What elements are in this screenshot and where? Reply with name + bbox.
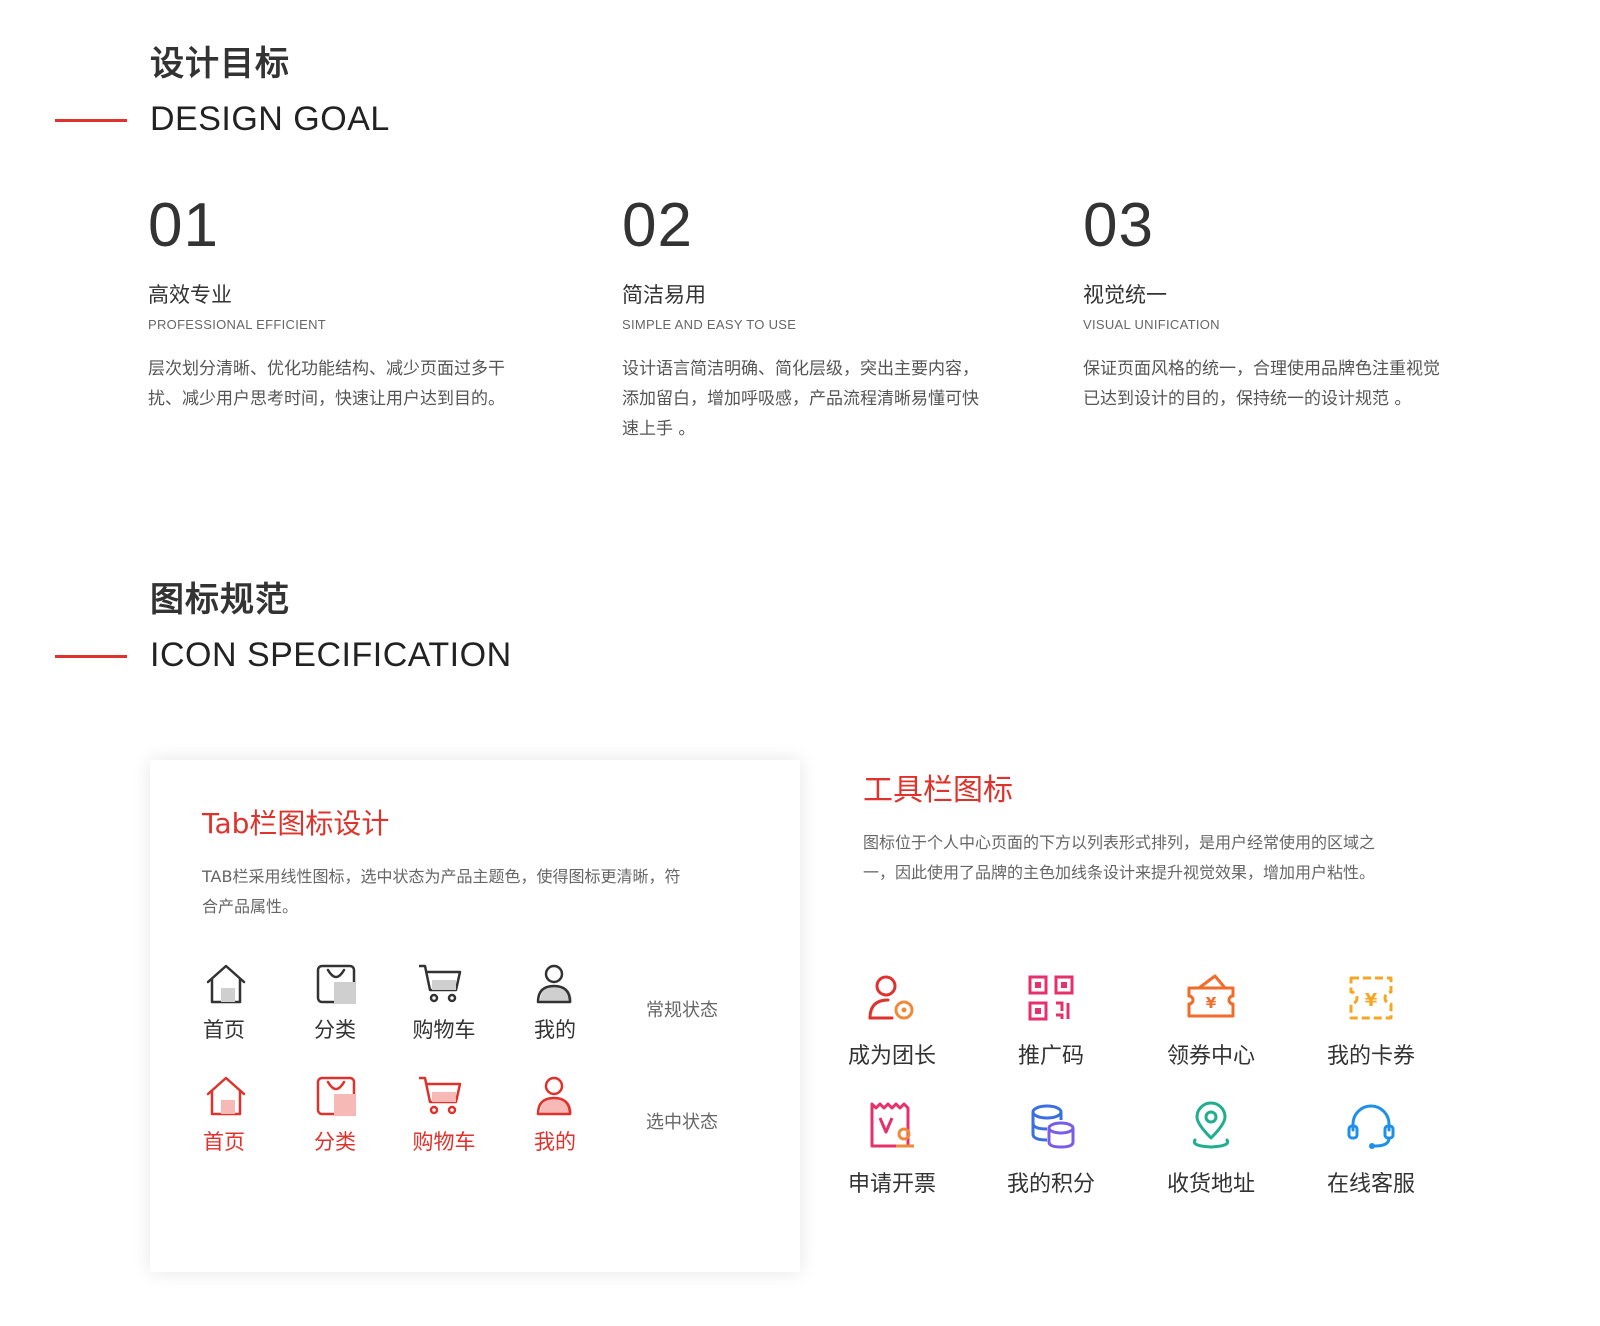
goal-description: 设计语言简洁明确、简化层级，突出主要内容，添加留白，增加呼吸感，产品流程清晰易懂…	[622, 359, 979, 439]
goal-subtitle: PROFESSIONAL EFFICIENT	[148, 317, 327, 332]
goal-item: 03 视觉统一 VISUAL UNIFICATION 保证页面风格的统一，合理使…	[1083, 190, 1443, 414]
invoice-icon	[870, 1102, 914, 1148]
cart-icon	[419, 964, 462, 1003]
toolbar-label: 我的卡券	[1326, 1044, 1415, 1069]
toolbar-label: 收货地址	[1166, 1172, 1255, 1197]
svg-text:¥: ¥	[1365, 990, 1378, 1011]
goal-number: 03	[1083, 191, 1154, 260]
toolbar-description: 图标位于个人中心页面的下方以列表形式排列，是用户经常使用的区域之一，因此使用了品…	[863, 833, 1376, 882]
active-state-label: 选中状态	[646, 1112, 718, 1133]
goal-item: 02 简洁易用 SIMPLE AND EASY TO USE 设计语言简洁明确、…	[622, 190, 982, 444]
ticket-icon: ¥	[1349, 976, 1393, 1020]
toolbar-label: 申请开票	[847, 1172, 936, 1197]
toolbar-label: 成为团长	[847, 1044, 936, 1069]
tab-label: 首页	[203, 1130, 245, 1154]
goal-title: 简洁易用	[622, 283, 706, 307]
toolbar-title: 工具栏图标	[863, 773, 1013, 808]
tab-label: 我的	[534, 1130, 576, 1154]
goal-subtitle: VISUAL UNIFICATION	[1083, 317, 1220, 332]
goal-item: 01 高效专业 PROFESSIONAL EFFICIENT 层次划分清晰、优化…	[148, 190, 508, 414]
cart-icon	[419, 1076, 462, 1115]
tab-label: 分类	[314, 1130, 356, 1154]
icon-spec-title-en: ICON SPECIFICATION	[150, 636, 512, 674]
goal-title: 视觉统一	[1083, 283, 1167, 307]
tab-card-description: TAB栏采用线性图标，选中状态为产品主题色，使得图标更清晰，符合产品属性。	[202, 867, 681, 916]
toolbar-label: 我的积分	[1006, 1172, 1095, 1197]
goal-number: 01	[148, 191, 219, 260]
goal-description: 层次划分清晰、优化功能结构、减少页面过多干扰、减少用户思考时间，快速让用户达到目…	[148, 359, 505, 409]
section-divider-line	[55, 119, 127, 122]
toolbar-label: 推广码	[1017, 1044, 1084, 1069]
icon-spec-title-cn: 图标规范	[150, 580, 290, 620]
toolbar-label: 在线客服	[1326, 1172, 1415, 1197]
goal-subtitle: SIMPLE AND EASY TO USE	[622, 317, 797, 332]
user-icon	[536, 964, 572, 1004]
normal-state-label: 常规状态	[646, 1000, 718, 1021]
qr-code-icon	[1028, 975, 1074, 1021]
design-goal-title-cn: 设计目标	[150, 44, 290, 84]
user-icon	[536, 1076, 572, 1116]
design-goal-title-en: DESIGN GOAL	[150, 100, 390, 138]
points-icon	[1031, 1104, 1075, 1149]
toolbar-label: 领券中心	[1166, 1044, 1255, 1069]
tab-icon-card: Tab栏图标设计 TAB栏采用线性图标，选中状态为产品主题色，使得图标更清晰，符…	[150, 760, 800, 1272]
tab-label: 购物车	[412, 1130, 476, 1154]
goal-title: 高效专业	[148, 283, 232, 307]
svg-text:¥: ¥	[1206, 994, 1217, 1012]
home-icon	[206, 1076, 246, 1116]
goal-number: 02	[622, 191, 693, 260]
tab-card-title: Tab栏图标设计	[202, 807, 390, 840]
location-icon	[1192, 1101, 1230, 1149]
tab-label: 购物车	[412, 1018, 476, 1042]
bag-icon	[316, 1076, 356, 1116]
home-icon	[206, 964, 246, 1004]
user-gear-icon	[868, 975, 914, 1020]
goal-description: 保证页面风格的统一，合理使用品牌色注重视觉已达到设计的目的，保持统一的设计规范 …	[1083, 359, 1440, 409]
coupon-center-icon: ¥	[1187, 974, 1235, 1018]
section-divider-line	[55, 655, 127, 658]
headset-icon	[1347, 1104, 1395, 1149]
tab-label: 分类	[314, 1018, 356, 1042]
tab-label: 首页	[203, 1018, 245, 1042]
bag-icon	[316, 964, 356, 1004]
tab-label: 我的	[534, 1018, 576, 1042]
